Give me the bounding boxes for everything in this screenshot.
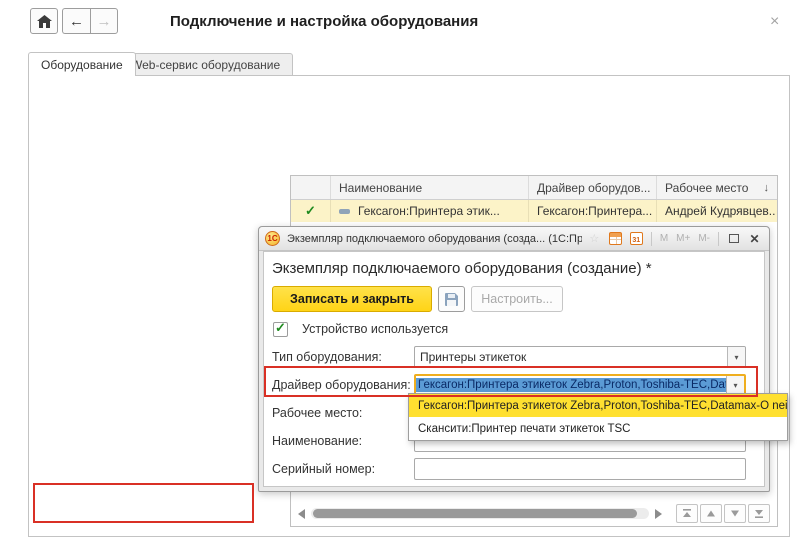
forward-icon: → <box>97 14 112 29</box>
close-icon: × <box>770 13 779 30</box>
dropdown-option-skansiti[interactable]: Скансити:Принтер печати этикеток TSC <box>409 417 787 440</box>
driver-label: Драйвер оборудования: <box>272 374 411 396</box>
tab-label: Оборудование <box>41 58 123 72</box>
go-last-button[interactable] <box>748 504 770 523</box>
back-button[interactable]: ← <box>62 8 90 34</box>
header-name-column[interactable]: Наименование <box>331 176 529 199</box>
row-navigation-buttons <box>676 504 770 523</box>
scrollbar-thumb[interactable] <box>313 509 637 518</box>
check-icon: ✓ <box>305 203 316 219</box>
field-value-selected: Гексагон:Принтера этикеток Zebra,Proton,… <box>416 378 726 392</box>
column-label: Наименование <box>339 181 422 195</box>
window-close-button[interactable]: × <box>770 14 779 30</box>
calendar-icon[interactable]: 31 <box>628 231 645 247</box>
page-title: Подключение и настройка оборудования <box>170 13 478 30</box>
horizontal-scrollbar[interactable] <box>311 508 649 519</box>
cell-text: Гексагон:Принтера этик... <box>358 204 500 218</box>
go-next-icon <box>730 509 740 518</box>
chevron-down-icon[interactable]: ▾ <box>726 376 744 394</box>
save-and-close-button[interactable]: Записать и закрыть <box>272 286 432 312</box>
tab-label: Web-сервис оборудование <box>131 58 280 72</box>
go-next-button[interactable] <box>724 504 746 523</box>
chevron-down-icon[interactable]: ▾ <box>727 347 745 367</box>
go-first-icon <box>682 509 692 518</box>
row-enabled-cell: ✓ <box>291 200 331 222</box>
go-last-icon <box>754 509 764 518</box>
device-used-checkbox[interactable] <box>273 322 288 337</box>
dialog-body: Экземпляр подключаемого оборудования (со… <box>263 251 765 487</box>
back-icon: ← <box>69 14 84 29</box>
equipment-instance-dialog: 1С Экземпляр подключаемого оборудования … <box>258 226 770 492</box>
home-icon <box>37 15 52 28</box>
row-driver-cell: Гексагон:Принтера... <box>529 200 657 222</box>
dialog-maximize-button[interactable] <box>725 231 742 247</box>
go-previous-icon <box>706 509 716 518</box>
row-name-cell: Гексагон:Принтера этик... <box>331 200 529 222</box>
forward-button[interactable]: → <box>90 8 118 34</box>
memory-button[interactable]: M <box>658 233 670 244</box>
dialog-titlebar[interactable]: 1С Экземпляр подключаемого оборудования … <box>259 227 769 251</box>
row-workplace-cell: Андрей Кудрявцев.. <box>657 200 777 222</box>
dialog-titlebar-title: Экземпляр подключаемого оборудования (со… <box>287 233 582 245</box>
1c-logo-icon: 1С <box>265 231 280 246</box>
name-label: Наименование: <box>272 430 362 452</box>
tab-equipment[interactable]: Оборудование <box>28 52 136 76</box>
table-row[interactable]: ✓ Гексагон:Принтера этик... Гексагон:При… <box>291 200 777 222</box>
tab-web-service[interactable]: Web-сервис оборудование <box>118 53 293 76</box>
titlebar-divider <box>651 232 652 246</box>
column-label: Драйвер оборудов... <box>537 181 651 195</box>
column-label: Рабочее место <box>665 181 748 195</box>
serial-number-input[interactable] <box>414 458 746 480</box>
button-label: Записать и закрыть <box>290 292 414 306</box>
dropdown-option-geksagon[interactable]: Гексагон:Принтера этикеток Zebra,Proton,… <box>409 394 787 417</box>
header-workplace-column[interactable]: Рабочее место ↓ <box>657 176 777 199</box>
item-marker-icon <box>339 209 350 214</box>
driver-dropdown-popup: Гексагон:Принтера этикеток Zebra,Proton,… <box>408 393 788 441</box>
cell-text: Андрей Кудрявцев.. <box>665 204 775 218</box>
sort-descending-icon: ↓ <box>764 182 770 194</box>
dialog-configure-button[interactable]: Настроить... <box>471 286 563 312</box>
serial-number-label: Серийный номер: <box>272 458 375 480</box>
favorites-star-icon[interactable]: ☆ <box>586 231 603 247</box>
floppy-disk-icon <box>444 292 459 307</box>
app-window: { "icons": { "back": "←", "forward": "→"… <box>0 0 800 545</box>
button-label: Настроить... <box>481 292 553 306</box>
equipment-type-label: Тип оборудования: <box>272 346 382 368</box>
table-header: Наименование Драйвер оборудов... Рабочее… <box>291 176 777 200</box>
save-button[interactable] <box>438 286 465 312</box>
dialog-workplace-label: Рабочее место: <box>272 402 362 424</box>
dialog-heading: Экземпляр подключаемого оборудования (со… <box>272 260 652 277</box>
dialog-close-button[interactable]: ✕ <box>746 231 763 247</box>
scroll-right-icon[interactable] <box>655 509 662 519</box>
cell-text: Гексагон:Принтера... <box>537 204 652 218</box>
device-used-label: Устройство используется <box>302 322 448 336</box>
equipment-type-select[interactable]: Принтеры этикеток ▾ <box>414 346 746 368</box>
table-scroll-area <box>298 504 770 523</box>
header-driver-column[interactable]: Драйвер оборудов... <box>529 176 657 199</box>
home-button[interactable] <box>30 8 58 34</box>
history-nav: ← → <box>62 8 118 34</box>
calculator-icon[interactable] <box>607 231 624 247</box>
go-first-button[interactable] <box>676 504 698 523</box>
memory-minus-button[interactable]: M- <box>696 233 712 244</box>
titlebar-divider <box>718 232 719 246</box>
scroll-left-icon[interactable] <box>298 509 305 519</box>
header-select-column[interactable] <box>291 176 331 199</box>
go-previous-button[interactable] <box>700 504 722 523</box>
memory-plus-button[interactable]: M+ <box>674 233 692 244</box>
field-value: Принтеры этикеток <box>415 350 727 364</box>
